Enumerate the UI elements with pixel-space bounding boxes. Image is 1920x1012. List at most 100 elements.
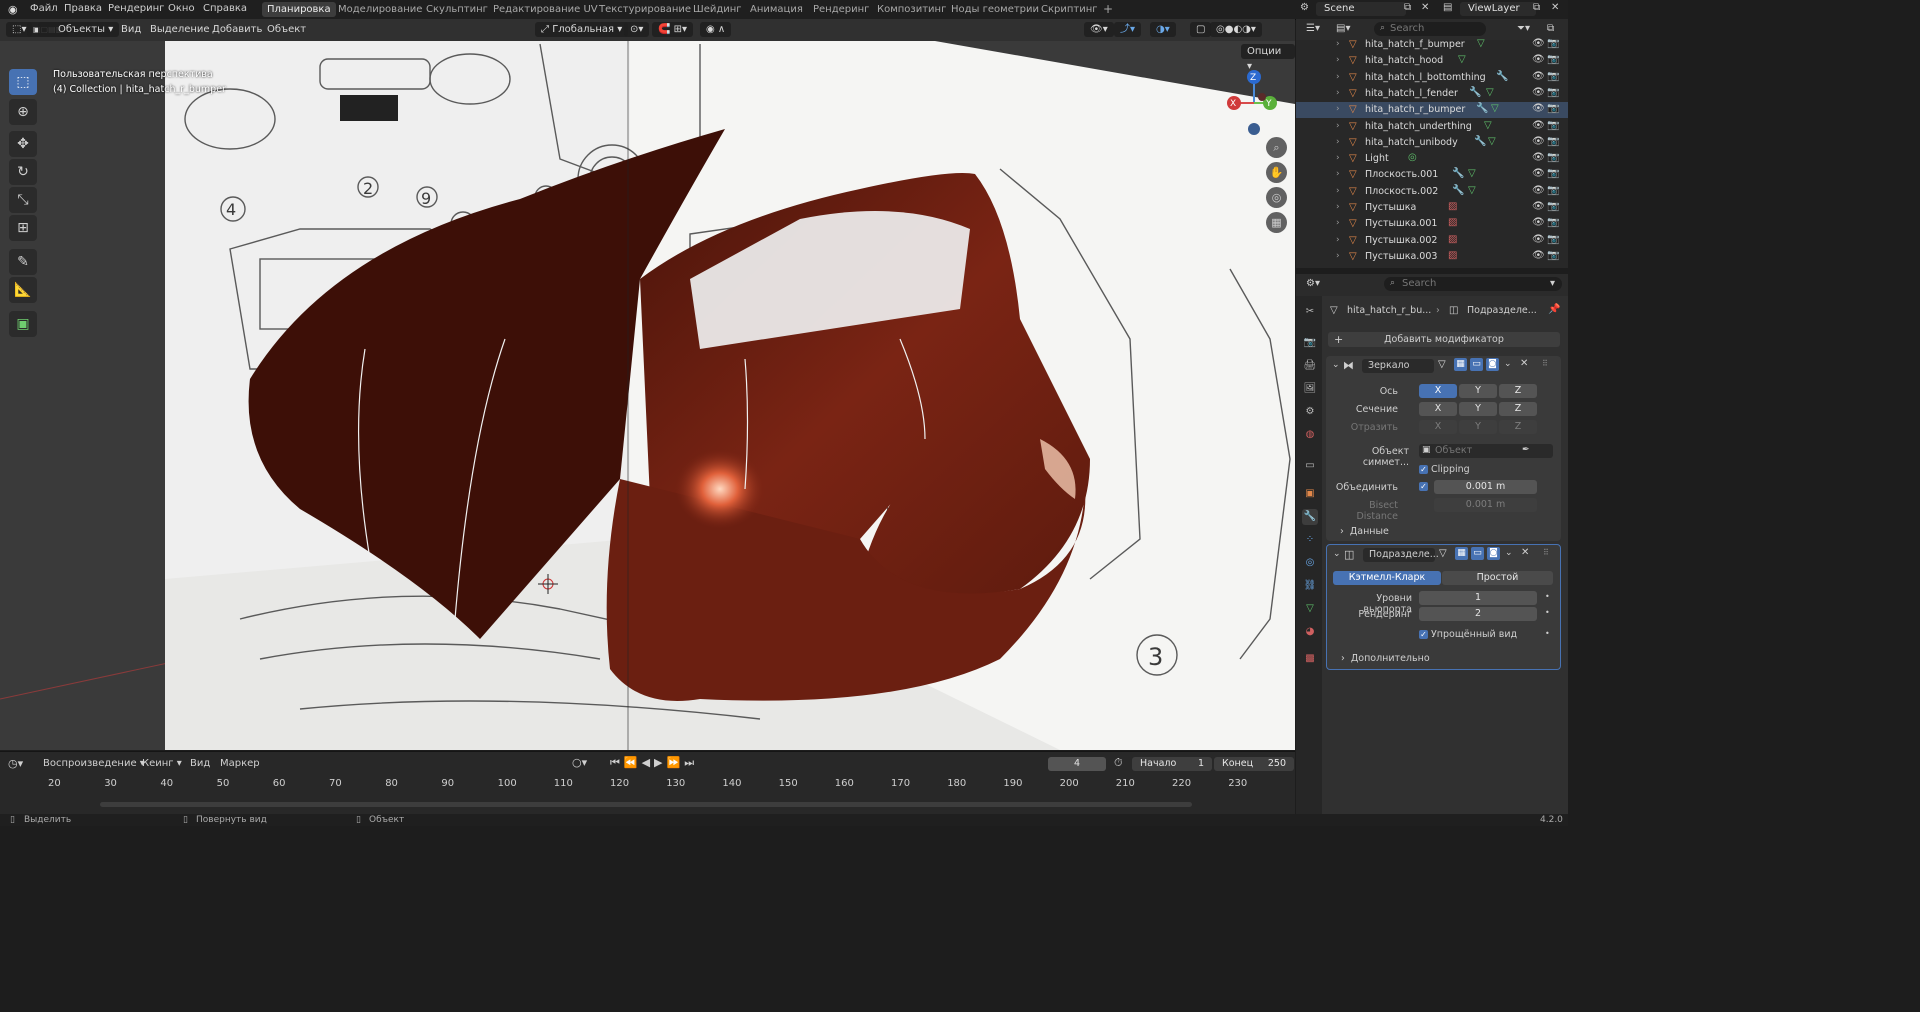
end-frame-field[interactable]: Конец 250 <box>1214 757 1294 771</box>
catmull-clark-toggle[interactable]: Кэтмелл-Кларк <box>1333 571 1441 585</box>
new-view-layer-icon[interactable]: ⧉ <box>1533 2 1540 13</box>
render-camera-icon[interactable]: 📷 <box>1547 103 1559 114</box>
tab-uv-editing[interactable]: Редактирование UV <box>488 2 603 17</box>
camera-view-icon[interactable]: ◎ <box>1266 187 1287 208</box>
output-tab-icon[interactable]: 🖨 <box>1302 358 1318 374</box>
tab-shading[interactable]: Шейдинг <box>688 2 747 17</box>
expand-arrow-icon[interactable]: › <box>1336 88 1340 98</box>
menu-file[interactable]: Файл <box>30 3 58 14</box>
view-layer-tab-icon[interactable]: 🖼 <box>1302 381 1318 397</box>
modifiers-tab-icon[interactable]: 🔧 <box>1302 509 1318 525</box>
render-camera-icon[interactable]: 📷 <box>1547 71 1559 82</box>
cage-toggle-icon[interactable]: ▦ <box>1454 358 1467 371</box>
outliner-item[interactable]: › ▽ Пустышка.001 ▨ 👁 📷 <box>1296 216 1568 232</box>
tab-layout[interactable]: Планировка <box>262 2 336 17</box>
expand-arrow-icon[interactable]: › <box>1336 39 1340 49</box>
flip-x-toggle[interactable]: X <box>1419 420 1457 434</box>
outliner-item[interactable]: › ▽ hita_hatch_underthing ▽ 👁 📷 <box>1296 119 1568 135</box>
outliner-item[interactable]: › ▽ hita_hatch_r_bumper 🔧 ▽ 👁 📷 <box>1296 102 1568 119</box>
expand-arrow-icon[interactable]: › <box>1336 186 1340 196</box>
pan-hand-icon[interactable]: ✋ <box>1266 162 1287 183</box>
tab-modeling[interactable]: Моделирование <box>333 2 427 17</box>
properties-options-icon[interactable]: ▾ <box>1550 278 1555 289</box>
tab-compositing[interactable]: Композитинг <box>872 2 951 17</box>
viewport-toggle-icon[interactable]: ▭ <box>1471 547 1484 560</box>
outliner-item[interactable]: › ▽ Light ◎ 👁 📷 <box>1296 151 1568 167</box>
visibility-eye-icon[interactable]: 👁 <box>1532 217 1545 228</box>
render-camera-icon[interactable]: 📷 <box>1547 136 1559 147</box>
filter-icon[interactable]: ⏷▾ <box>1517 23 1530 34</box>
shading-modes-icon[interactable]: ◎●◐◑▾ <box>1210 22 1262 37</box>
delete-view-layer-icon[interactable]: ✕ <box>1551 2 1559 13</box>
remove-subdivision-icon[interactable]: ✕ <box>1521 547 1529 558</box>
cage-toggle-icon[interactable]: ▦ <box>1455 547 1468 560</box>
menu-render[interactable]: Рендеринг <box>108 3 164 14</box>
add-cube-tool[interactable]: ▣ <box>9 311 37 337</box>
edit-mode-toggle-icon[interactable]: ▽ <box>1439 548 1447 559</box>
particles-tab-icon[interactable]: ⁘ <box>1302 532 1318 548</box>
gizmo-toggle-icon[interactable]: ⤴▾ <box>1114 22 1142 37</box>
select-box-tool[interactable]: ⬚ <box>9 69 37 95</box>
render-camera-icon[interactable]: 📷 <box>1547 87 1559 98</box>
proportional-edit-icon[interactable]: ◉ ∧ <box>700 22 732 37</box>
mesh-data-icon[interactable]: ▽ <box>1484 120 1492 131</box>
edit-mode-toggle-icon[interactable]: ▽ <box>1438 359 1446 370</box>
outliner-item[interactable]: › ▽ Пустышка.003 ▨ 👁 📷 <box>1296 249 1568 265</box>
axis-z-toggle[interactable]: Z <box>1499 384 1537 398</box>
orientation-dropdown[interactable]: ⤢ Глобальная ▾ <box>535 22 629 37</box>
advanced-subpanel[interactable]: › Дополнительно <box>1341 653 1430 664</box>
outliner-item[interactable]: › ▽ hita_hatch_unibody 🔧 ▽ 👁 📷 <box>1296 135 1568 151</box>
render-camera-icon[interactable]: 📷 <box>1547 54 1559 65</box>
menu-window[interactable]: Окно <box>168 3 195 14</box>
texture-tab-icon[interactable]: ▩ <box>1302 651 1318 667</box>
expand-arrow-icon[interactable]: › <box>1336 169 1340 179</box>
render-camera-icon[interactable]: 📷 <box>1547 38 1559 49</box>
eyedropper-icon[interactable]: ✒ <box>1522 445 1530 455</box>
mesh-data-icon[interactable]: ▽ <box>1468 185 1476 196</box>
pivot-icon[interactable]: ⊙▾ <box>624 22 650 37</box>
cursor-tool[interactable]: ⊕ <box>9 99 37 125</box>
data-tab-icon[interactable]: ▽ <box>1302 601 1318 617</box>
axis-y-toggle[interactable]: Y <box>1459 384 1497 398</box>
timeline[interactable]: ◷▾ Воспроизведение ▾ Кеинг ▾ Вид Маркер … <box>0 751 1295 815</box>
mode-dropdown[interactable]: Объекты ▾ <box>38 22 120 37</box>
mesh-data-icon[interactable]: ▽ <box>1491 103 1499 114</box>
merge-distance-field[interactable]: 0.001 m <box>1434 480 1537 494</box>
properties-search-input[interactable]: Search <box>1384 277 1562 291</box>
expand-arrow-icon[interactable]: › <box>1336 55 1340 65</box>
visibility-eye-icon[interactable]: 👁 <box>1532 54 1545 65</box>
visibility-eye-icon[interactable]: 👁 <box>1532 250 1545 261</box>
visibility-eye-icon[interactable]: 👁 <box>1532 168 1545 179</box>
visibility-eye-icon[interactable]: 👁 <box>1532 71 1545 82</box>
outliner-item[interactable]: › ▽ Плоскость.001 🔧 ▽ 👁 📷 <box>1296 167 1568 183</box>
timeline-editor-icon[interactable]: ◷▾ <box>8 757 23 770</box>
outliner-item[interactable]: › ▽ hita_hatch_f_bumper ▽ 👁 📷 <box>1296 37 1568 53</box>
overlay-toggle-icon[interactable]: ◑▾ <box>1150 22 1176 37</box>
mesh-data-icon[interactable]: ▽ <box>1486 87 1494 98</box>
visibility-eye-icon[interactable]: 👁 <box>1532 152 1545 163</box>
render-toggle-icon[interactable]: ◙ <box>1487 547 1500 560</box>
object-tab-icon[interactable]: ▣ <box>1302 486 1318 502</box>
expand-arrow-icon[interactable]: › <box>1336 202 1340 212</box>
add-workspace-button[interactable]: + <box>1098 2 1118 17</box>
render-camera-icon[interactable]: 📷 <box>1547 120 1559 131</box>
expand-arrow-icon[interactable]: › <box>1336 218 1340 228</box>
visibility-eye-icon[interactable]: 👁 <box>1532 120 1545 131</box>
tab-texture-paint[interactable]: Текстурирование <box>594 2 696 17</box>
bisect-y-toggle[interactable]: Y <box>1459 402 1497 416</box>
scale-tool[interactable]: ⤡ <box>9 187 37 213</box>
annotate-tool[interactable]: ✎ <box>9 249 37 275</box>
new-scene-icon[interactable]: ⧉ <box>1404 2 1411 13</box>
render-toggle-icon[interactable]: ◙ <box>1486 358 1499 371</box>
new-collection-icon[interactable]: ⧉ <box>1547 23 1554 34</box>
keyframe-dot-icon[interactable]: • <box>1545 608 1550 617</box>
keyframe-dot-icon[interactable]: • <box>1545 629 1550 638</box>
mesh-data-icon[interactable]: ▽ <box>1468 168 1476 179</box>
empty-data-icon[interactable]: ▨ <box>1448 201 1457 212</box>
levels-viewport-field[interactable]: 1 <box>1419 591 1537 605</box>
menu-select[interactable]: Выделение <box>150 24 210 35</box>
flip-y-toggle[interactable]: Y <box>1459 420 1497 434</box>
start-frame-field[interactable]: Начало 1 <box>1132 757 1212 771</box>
render-camera-icon[interactable]: 📷 <box>1547 250 1559 261</box>
visibility-icon[interactable]: 👁▾ <box>1084 22 1114 37</box>
